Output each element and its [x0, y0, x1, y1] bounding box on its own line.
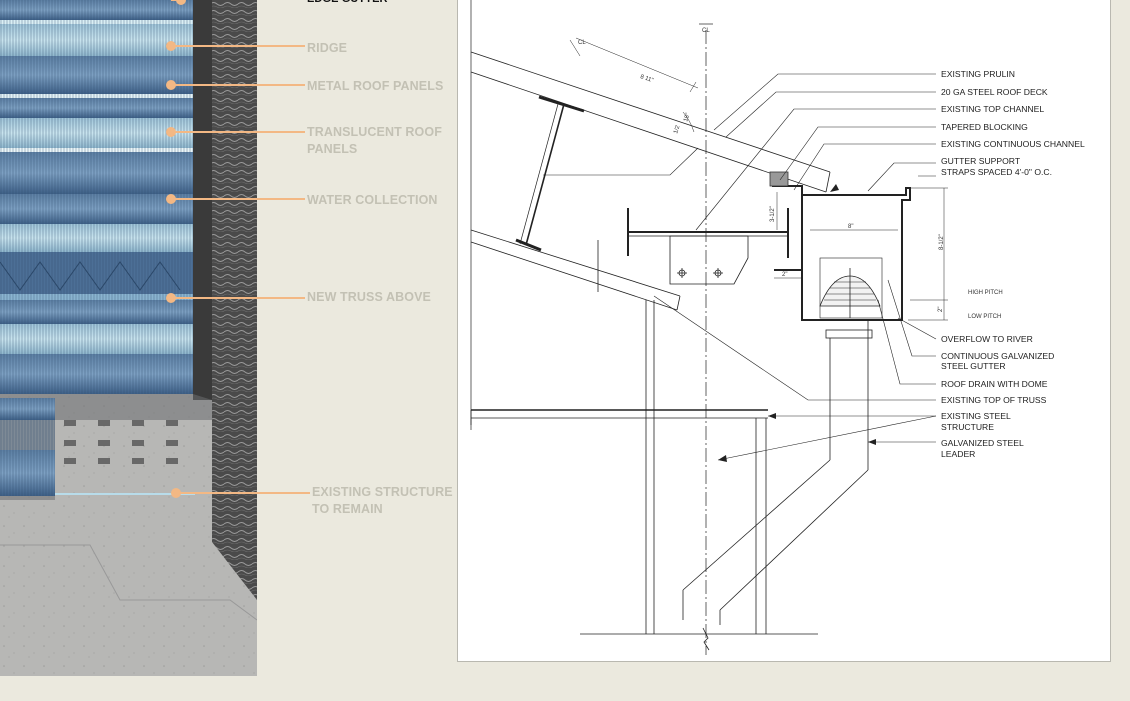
dim-18: 18" [683, 112, 691, 122]
label-galv-gutter-1: CONTINUOUS GALVANIZED [941, 351, 1054, 361]
dim-8-11: 8 11" [639, 74, 654, 84]
label-leader-2: LEADER [941, 449, 975, 459]
dim-2a: 2" [782, 272, 787, 278]
roof-plan-render [0, 0, 257, 676]
callout-translucent-line1: TRANSLUCENT ROOF [307, 125, 442, 139]
label-steel-1: EXISTING STEEL [941, 411, 1011, 421]
label-gutter-support-1: GUTTER SUPPORT [941, 156, 1021, 166]
label-gutter-support-2: STRAPS SPACED 4'-0" O.C. [941, 167, 1052, 177]
dim-8: 8" [848, 224, 853, 230]
dim-low-pitch: LOW PITCH [968, 314, 1001, 320]
callout-translucent-line2: PANELS [307, 142, 358, 156]
gutter-section-detail: EXISTING PRULIN 20 GA STEEL ROOF DECK EX… [457, 0, 1111, 662]
label-overflow: OVERFLOW TO RIVER [941, 334, 1033, 344]
purlin-i-beam [515, 95, 585, 252]
label-steel-2: STRUCTURE [941, 422, 994, 432]
roof-panels [0, 0, 193, 394]
callout-existing-line1: EXISTING STRUCTURE [312, 485, 453, 499]
label-galv-gutter-2: STEEL GUTTER [941, 361, 1006, 371]
steel-leader [682, 320, 873, 625]
label-top-channel: EXISTING TOP CHANNEL [941, 104, 1044, 114]
label-purlin: EXISTING PRULIN [941, 69, 1015, 79]
cl-mark-1: CL [578, 40, 586, 46]
label-continuous-channel: EXISTING CONTINUOUS CHANNEL [941, 139, 1085, 149]
callout-new-truss: NEW TRUSS ABOVE [307, 290, 431, 304]
roof-drain-dome [819, 257, 883, 319]
dim-half: 1/2 [673, 124, 681, 134]
callout-ridge: RIDGE [307, 41, 348, 55]
label-drain: ROOF DRAIN WITH DOME [941, 379, 1048, 389]
label-deck: 20 GA STEEL ROOF DECK [941, 87, 1048, 97]
label-leader-1: GALVANIZED STEEL [941, 438, 1024, 448]
roof-deck [470, 51, 831, 173]
tapered-blocking [769, 171, 789, 187]
label-blocking: TAPERED BLOCKING [941, 122, 1028, 132]
dim-3-half: 3-1/2" [770, 206, 776, 222]
cl-mark-2: CL [702, 28, 710, 34]
callout-water-collection: WATER COLLECTION [307, 193, 438, 207]
section-drawing: EXISTING PRULIN 20 GA STEEL ROOF DECK EX… [470, 0, 1085, 655]
detail-leaders [543, 73, 937, 461]
callout-metal-roof-panels: METAL ROOF PANELS [307, 79, 444, 93]
edge-gutter-label: EDGE GUTTER [307, 0, 388, 8]
dim-high-pitch: HIGH PITCH [968, 290, 1003, 296]
dim-8-half: 8-1/2" [939, 234, 945, 250]
roof-plan-graphic [0, 0, 257, 676]
dim-2b: 2" [938, 307, 944, 312]
label-truss-top: EXISTING TOP OF TRUSS [941, 395, 1047, 405]
callout-existing-line2: TO REMAIN [312, 502, 383, 516]
